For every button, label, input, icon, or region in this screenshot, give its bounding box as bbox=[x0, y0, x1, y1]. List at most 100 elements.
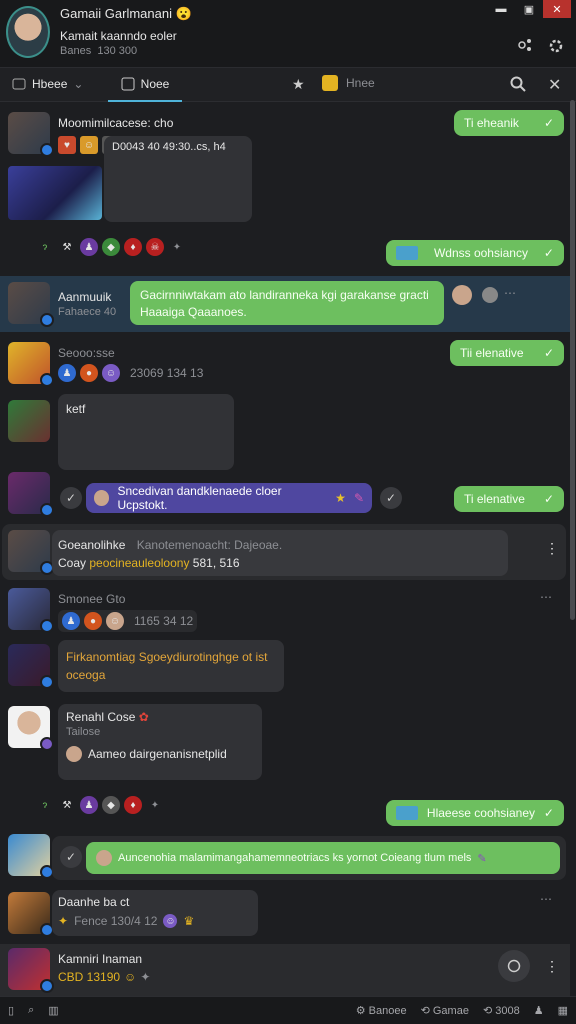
message-header: Goeanolihke Kanotemenoacht: Dajeoae. bbox=[58, 538, 282, 552]
scrollbar[interactable] bbox=[570, 100, 575, 620]
tab-home[interactable]: Hbeee ⌄ bbox=[12, 77, 83, 91]
reader-avatar bbox=[482, 287, 498, 303]
message-line: Coay peocineauleoloony 581, 516 bbox=[58, 556, 240, 570]
shield-icon[interactable]: ◆ bbox=[102, 238, 120, 256]
like-icon[interactable]: ♟ bbox=[62, 612, 80, 630]
mini-avatar bbox=[94, 490, 110, 506]
close-icon[interactable]: ✕ bbox=[548, 75, 561, 95]
online-badge bbox=[40, 979, 54, 993]
avatar[interactable] bbox=[8, 400, 50, 442]
bottom-toolbar: ▯ ⌕ ▥ ⚙ Banoee ⟲ Gamae ⟲ 3008 ♟ ▦ bbox=[0, 996, 576, 1024]
gear-icon[interactable] bbox=[548, 38, 564, 54]
sender-name: Aanmuuik bbox=[58, 290, 112, 304]
message-bubble[interactable]: ketf bbox=[58, 394, 234, 470]
check-icon[interactable]: ✓ bbox=[60, 846, 82, 868]
grid-icon[interactable]: ▦ bbox=[558, 1004, 568, 1017]
leaf-icon: ɂ bbox=[42, 799, 48, 811]
face-icon[interactable]: ☺ bbox=[106, 612, 124, 630]
avatar[interactable] bbox=[8, 588, 54, 633]
avatar[interactable] bbox=[8, 112, 54, 157]
fire-icon[interactable]: ● bbox=[84, 612, 102, 630]
sent-bubble[interactable]: Ti elenative ✓ bbox=[454, 486, 564, 512]
user-avatar[interactable] bbox=[6, 6, 50, 58]
bottom-label: 3008 bbox=[495, 1005, 520, 1017]
avatar[interactable] bbox=[8, 948, 54, 993]
sent-text: Wdnss oohsiancy bbox=[433, 246, 528, 260]
bottom-item[interactable]: ⚙ Banoee bbox=[356, 1004, 407, 1017]
sent-bubble[interactable]: Ti eheanik ✓ bbox=[454, 110, 564, 136]
tab-extra[interactable]: Hnee bbox=[322, 75, 375, 91]
share-icon[interactable] bbox=[518, 38, 532, 52]
home-tab-icon bbox=[12, 78, 26, 90]
window-title: Gamaii Garlmanani 😮 bbox=[60, 6, 192, 22]
fire-icon[interactable]: ♦ bbox=[124, 796, 142, 814]
smile-icon[interactable]: ☺ bbox=[102, 364, 120, 382]
like-icon[interactable]: ♟ bbox=[534, 1004, 544, 1017]
reaction-line: CBD 13190 ☺ ✦ bbox=[58, 970, 150, 984]
shield-icon[interactable]: ◆ bbox=[102, 796, 120, 814]
sender-name: Seooo:sse bbox=[58, 346, 115, 360]
avatar[interactable] bbox=[8, 530, 54, 575]
message-text: ketf bbox=[66, 402, 86, 416]
sent-bubble[interactable]: Hlaeese coohsianey ✓ bbox=[386, 800, 564, 826]
kebab-menu-icon[interactable]: ⋮ bbox=[545, 540, 559, 557]
avatar[interactable] bbox=[8, 892, 54, 937]
potion-icon[interactable]: ♟ bbox=[80, 238, 98, 256]
close-button[interactable]: ✕ bbox=[543, 0, 571, 18]
heart-icon[interactable]: ♥ bbox=[58, 136, 76, 154]
kebab-menu-icon[interactable]: ⋮ bbox=[545, 958, 559, 975]
avatar[interactable] bbox=[8, 342, 54, 387]
avatar[interactable] bbox=[8, 834, 54, 879]
sent-text: Ti eheanik bbox=[464, 116, 519, 130]
skull-icon[interactable]: ☠ bbox=[146, 238, 164, 256]
tab-active-label: Noee bbox=[140, 77, 170, 91]
minimize-button[interactable]: ▬ bbox=[487, 0, 515, 18]
message-bubble[interactable]: Sncedivan dandklenaede cloer Ucpstokt. ★… bbox=[86, 483, 372, 513]
reaction-counts: CBD 13190 bbox=[58, 970, 121, 984]
check-icon[interactable]: ✓ bbox=[380, 487, 402, 509]
online-badge bbox=[40, 143, 54, 157]
smile-icon[interactable]: ☺ bbox=[163, 914, 178, 928]
potion-icon[interactable]: ♟ bbox=[80, 796, 98, 814]
message-bubble[interactable]: Firkanomtiag Sgoeydiurotinghge ot ist oc… bbox=[58, 640, 284, 692]
sender-name: Moomimilcacese: cho bbox=[58, 116, 174, 130]
image-attachment[interactable] bbox=[8, 166, 102, 220]
title-text: Gamaii Garlmanani bbox=[60, 6, 172, 21]
avatar[interactable] bbox=[8, 706, 54, 751]
search-icon[interactable]: ⌕ bbox=[28, 1004, 34, 1017]
star-icon[interactable]: ★ bbox=[292, 76, 305, 93]
reply-button[interactable] bbox=[498, 950, 530, 982]
sent-bubble[interactable]: Wdnss oohsiancy ✓ bbox=[386, 240, 564, 266]
more-icon[interactable]: ⋯ bbox=[540, 590, 552, 604]
bottom-item[interactable]: ⟲ Gamae bbox=[421, 1004, 469, 1017]
sent-bubble[interactable]: Tii elenative ✓ bbox=[450, 340, 564, 366]
bottom-item[interactable]: ⟲ 3008 bbox=[483, 1004, 520, 1017]
message-bubble[interactable]: D0043 40 49:30..cs, h4 bbox=[104, 136, 252, 222]
more-icon[interactable]: ⋯ bbox=[540, 892, 552, 906]
chevron-down-icon: ⌄ bbox=[73, 77, 84, 91]
hammer-icon[interactable]: ⚒ bbox=[58, 238, 76, 256]
tab-active[interactable]: Noee bbox=[108, 68, 182, 102]
message-bubble[interactable]: Renahl Cose ✿ Tailose Aameo dairgenanisn… bbox=[58, 704, 262, 780]
crown-icon: ♛ bbox=[183, 914, 195, 928]
fire-icon[interactable]: ● bbox=[80, 364, 98, 382]
sender-name: Goeanolihke bbox=[58, 538, 126, 552]
check-icon[interactable]: ✓ bbox=[60, 487, 82, 509]
maximize-button[interactable]: ▣ bbox=[515, 0, 543, 18]
search-icon[interactable] bbox=[510, 76, 526, 92]
message-bubble[interactable]: Auncenohia malamimangahamemneotriacs ks … bbox=[86, 842, 560, 874]
message-text: Aameo dairgenanisnetplid bbox=[88, 747, 227, 761]
smile-icon[interactable]: ☺ bbox=[80, 136, 98, 154]
folder-icon[interactable]: ▯ bbox=[8, 1004, 14, 1017]
fire-icon[interactable]: ♦ bbox=[124, 238, 142, 256]
avatar[interactable] bbox=[8, 282, 54, 327]
hammer-icon[interactable]: ⚒ bbox=[58, 796, 76, 814]
book-icon[interactable]: ▥ bbox=[48, 1004, 58, 1017]
like-icon[interactable]: ♟ bbox=[58, 364, 76, 382]
avatar[interactable] bbox=[8, 472, 54, 517]
tab-home-label: Hbeee bbox=[32, 77, 68, 91]
message-bubble[interactable]: Daanhe ba ct ✦ Fence 130/4 12 ☺ ♛ bbox=[52, 890, 258, 936]
avatar[interactable] bbox=[8, 644, 54, 689]
more-icon[interactable]: ⋯ bbox=[504, 286, 516, 300]
message-bubble[interactable]: Gacirnniwtakam ato landiranneka kgi gara… bbox=[130, 281, 444, 325]
